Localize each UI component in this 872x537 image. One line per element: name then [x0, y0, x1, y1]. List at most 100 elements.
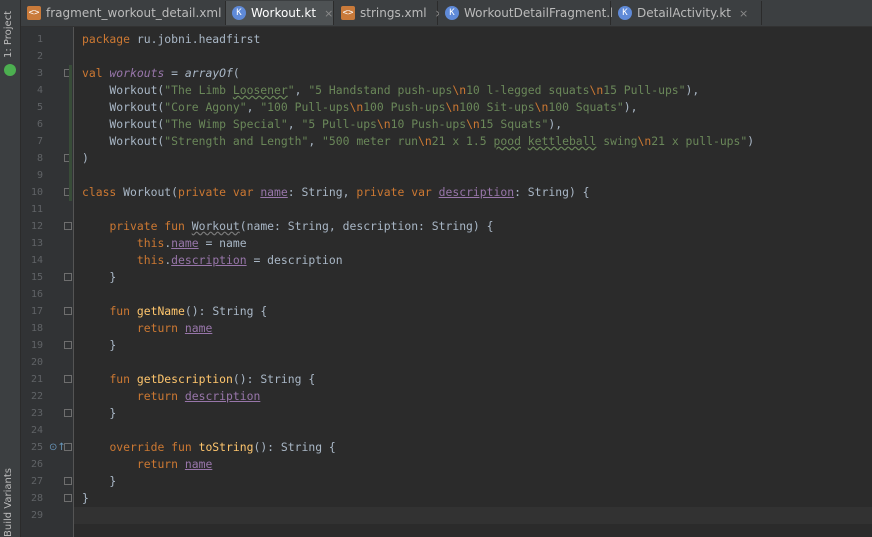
line-number: 18 [30, 323, 43, 334]
android-icon [4, 64, 16, 76]
code-token: "100 Pull-ups [260, 100, 350, 114]
line-number: 15 [30, 272, 43, 283]
line-number: 25 [30, 442, 43, 453]
code-token: 21 x pull-ups" [651, 134, 748, 148]
code-token: \n [534, 100, 549, 114]
xml-file-icon: <> [27, 6, 41, 20]
code-line[interactable]: this.name = name [74, 235, 247, 252]
code-line[interactable]: } [74, 473, 116, 490]
line-number: 13 [30, 238, 43, 249]
code-line[interactable]: return description [74, 388, 260, 405]
tab-workoutdetailfragment-kt[interactable]: KWorkoutDetailFragment.kt× [439, 1, 639, 25]
code-line[interactable]: fun getDescription(): String { [74, 371, 315, 388]
line-number: 2 [36, 51, 43, 62]
code-token: swing [596, 134, 638, 148]
code-token: name [171, 236, 199, 250]
code-token: , [246, 100, 261, 114]
code-line[interactable]: Workout("The Wimp Special", "5 Pull-ups\… [74, 116, 562, 133]
override-marker-icon[interactable]: ⊙↑ [49, 439, 66, 456]
code-line[interactable]: return name [74, 320, 212, 337]
code-token: return [136, 457, 185, 471]
project-tool-window-tab[interactable]: 1: Project [0, 8, 20, 78]
tab-label: WorkoutDetailFragment.kt [464, 6, 622, 20]
code-line[interactable]: } [74, 269, 116, 286]
code-line[interactable]: class Workout(private var name: String, … [74, 184, 590, 201]
code-line[interactable] [74, 167, 82, 184]
code-line[interactable]: private fun Workout(name: String, descri… [74, 218, 493, 235]
code-token: fun [109, 372, 137, 386]
code-line[interactable]: override fun toString(): String { [74, 439, 335, 456]
code-token: 15 Squats" [479, 117, 549, 131]
close-icon[interactable]: × [324, 7, 333, 20]
code-line[interactable] [74, 507, 872, 524]
code-line[interactable]: Workout("Core Agony", "100 Pull-ups\n100… [74, 99, 637, 116]
tab-strings-xml[interactable]: <>strings.xml× [335, 1, 444, 25]
code-token: } [82, 338, 117, 352]
code-token: private var [178, 185, 261, 199]
code-line[interactable]: Workout("The Limb Loosener", "5 Handstan… [74, 82, 699, 99]
tab-detailactivity-kt[interactable]: K DetailActivity.kt × [612, 1, 762, 25]
code-line[interactable] [74, 48, 82, 65]
line-number: 3 [36, 68, 43, 79]
code-line[interactable]: ) [74, 150, 89, 167]
fold-toggle-icon[interactable] [64, 477, 72, 485]
code-line[interactable]: } [74, 405, 116, 422]
fold-toggle-icon[interactable] [64, 409, 72, 417]
code-line[interactable] [74, 201, 82, 218]
code-token: (): String { [232, 372, 316, 386]
code-line[interactable]: } [74, 490, 89, 507]
line-number: 16 [30, 289, 43, 300]
code-line[interactable]: package ru.jobni.headfirst [74, 31, 260, 48]
code-token: val [82, 66, 110, 80]
code-line[interactable]: Workout("Strength and Length", "500 mete… [74, 133, 754, 150]
code-line[interactable] [74, 422, 82, 439]
code-token: "500 meter run [322, 134, 419, 148]
code-token: 100 Sit-ups [459, 100, 535, 114]
code-line[interactable]: fun getName(): String { [74, 303, 267, 320]
code-token: , [308, 134, 323, 148]
code-line[interactable]: val workouts = arrayOf( [74, 65, 240, 82]
code-line[interactable]: this.description = description [74, 252, 343, 269]
code-token: Workout( [82, 134, 165, 148]
code-line[interactable] [74, 354, 82, 371]
code-token: \n [452, 83, 467, 97]
code-line[interactable]: return name [74, 456, 212, 473]
fold-toggle-icon[interactable] [64, 222, 72, 230]
code-token: description [171, 253, 247, 267]
line-number: 9 [36, 170, 43, 181]
line-number: 4 [36, 85, 43, 96]
line-number: 1 [36, 34, 43, 45]
tab-label: strings.xml [360, 6, 427, 20]
code-token: arrayOf [184, 66, 233, 80]
line-number: 5 [36, 102, 43, 113]
code-line[interactable]: } [74, 337, 116, 354]
fold-toggle-icon[interactable] [64, 341, 72, 349]
vcs-change-marker[interactable] [69, 65, 72, 201]
build-variants-tool-window-tab[interactable]: Build Variants [0, 468, 20, 537]
code-token: workouts [109, 66, 165, 80]
code-token: = description [246, 253, 343, 267]
line-number: 26 [30, 459, 43, 470]
fold-toggle-icon[interactable] [64, 307, 72, 315]
code-token: } [82, 491, 89, 505]
code-token: ru.jobni.headfirst [136, 32, 261, 46]
code-token: name [184, 457, 213, 471]
code-token: , [287, 117, 302, 131]
code-line[interactable] [74, 286, 82, 303]
tab-label: fragment_workout_detail.xml [46, 6, 222, 20]
fold-toggle-icon[interactable] [64, 273, 72, 281]
fold-toggle-icon[interactable] [64, 375, 72, 383]
code-editor[interactable]: package ru.jobni.headfirst val workouts =… [74, 27, 872, 537]
code-token: \n [376, 117, 391, 131]
tab-workout-kt[interactable]: K Workout.kt × [226, 1, 334, 25]
code-token: private fun [109, 219, 192, 233]
code-token: toString [198, 440, 254, 454]
close-icon[interactable]: × [739, 7, 748, 20]
code-token: ) [747, 134, 755, 148]
code-token: : String, [287, 185, 357, 199]
tab-fragment-workout-detail-xml[interactable]: <>fragment_workout_detail.xml× [21, 1, 239, 25]
code-token: } [82, 406, 117, 420]
fold-toggle-icon[interactable] [64, 494, 72, 502]
kotlin-file-icon: K [232, 6, 246, 20]
